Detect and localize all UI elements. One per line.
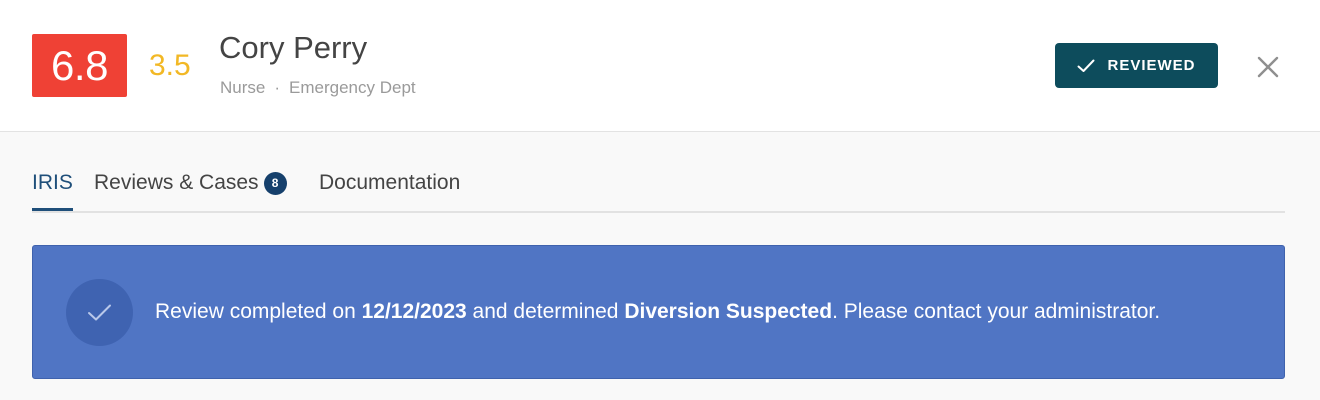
tab-iris-label: IRIS <box>32 171 73 194</box>
secondary-risk-score: 3.5 <box>149 49 191 82</box>
reviews-count-badge: 8 <box>263 172 287 195</box>
reviewed-button[interactable]: REVIEWED <box>1055 43 1218 88</box>
primary-risk-score: 6.8 <box>32 34 127 97</box>
banner-text-prefix: Review completed on <box>155 300 362 323</box>
tab-bar: IRIS Reviews & Cases 8 Documentation <box>32 165 1285 213</box>
tab-reviews-cases-label: Reviews & Cases <box>94 171 259 194</box>
reviewed-button-label: REVIEWED <box>1107 57 1196 74</box>
review-determination: Diversion Suspected <box>624 300 833 323</box>
tab-iris[interactable]: IRIS <box>32 165 73 211</box>
close-button[interactable] <box>1255 54 1281 80</box>
meta-separator: · <box>274 78 281 97</box>
tab-reviews-cases[interactable]: Reviews & Cases 8 <box>94 165 287 209</box>
person-name: Cory Perry <box>219 30 368 65</box>
profile-header: 6.8 3.5 Cory Perry Nurse · Emergency Dept … <box>0 0 1320 132</box>
check-circle-icon <box>66 279 133 346</box>
check-icon <box>1077 59 1095 72</box>
person-meta: Nurse · Emergency Dept <box>220 77 416 99</box>
review-date: 12/12/2023 <box>361 300 467 323</box>
tab-documentation-label: Documentation <box>319 171 461 194</box>
tab-documentation[interactable]: Documentation <box>319 165 460 209</box>
review-status-banner: Review completed on 12/12/2023 and deter… <box>32 245 1285 379</box>
close-icon <box>1257 56 1279 78</box>
banner-text-suffix: . Please contact your administrator. <box>832 300 1161 323</box>
person-role: Nurse <box>220 78 266 97</box>
person-department: Emergency Dept <box>289 78 416 97</box>
banner-text-middle: and determined <box>466 300 625 323</box>
review-status-message: Review completed on 12/12/2023 and deter… <box>155 299 1160 325</box>
